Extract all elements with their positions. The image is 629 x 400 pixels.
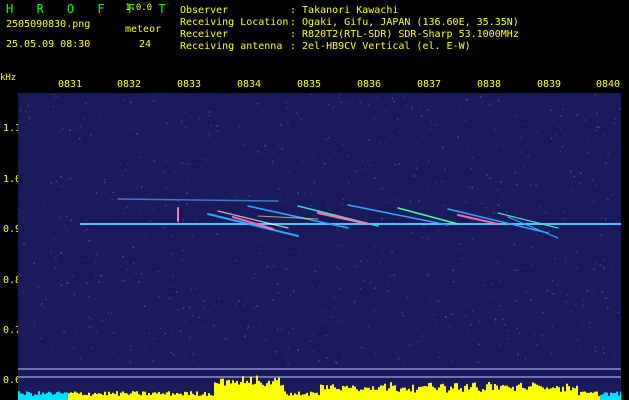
header: H R O F F T 1.0.0 2505090830.png meteor … bbox=[0, 0, 629, 70]
time-tick-0836: 0836 bbox=[357, 79, 382, 90]
spectrogram bbox=[18, 93, 621, 400]
time-tick-0833: 0833 bbox=[177, 79, 202, 90]
time-tick-0839: 0839 bbox=[537, 79, 562, 90]
meteor-count: 24 bbox=[139, 39, 152, 50]
location-value: : Ogaki, Gifu, JAPAN (136.60E, 35.35N) bbox=[290, 17, 519, 28]
time-tick-0832: 0832 bbox=[117, 79, 142, 90]
location-label: Receiving Location bbox=[180, 17, 289, 28]
receiver-value: : R820T2(RTL-SDR) SDR-Sharp 53.1000MHz bbox=[290, 29, 519, 40]
noise-background bbox=[18, 93, 621, 400]
time-tick-0840: 0840 bbox=[596, 79, 621, 90]
image-filename: 2505090830.png bbox=[6, 19, 91, 30]
receiver-label: Receiver bbox=[180, 29, 229, 40]
observer-value: : Takanori Kawachi bbox=[290, 5, 399, 16]
time-tick-0835: 0835 bbox=[297, 79, 322, 90]
frequency-unit-label: kHz bbox=[0, 73, 17, 83]
time-tick-0837: 0837 bbox=[417, 79, 442, 90]
meteor-label: meteor bbox=[125, 24, 162, 35]
timestamp: 25.05.09 08:30 bbox=[6, 39, 91, 50]
time-tick-0831: 0831 bbox=[58, 79, 83, 90]
time-tick-0838: 0838 bbox=[477, 79, 502, 90]
antenna-value: : 2el-HB9CV Vertical (el. E-W) bbox=[290, 41, 471, 52]
time-tick-0834: 0834 bbox=[237, 79, 262, 90]
app-version: 1.0.0 bbox=[125, 3, 153, 13]
observer-label: Observer bbox=[180, 5, 229, 16]
antenna-label: Receiving antenna bbox=[180, 41, 283, 52]
